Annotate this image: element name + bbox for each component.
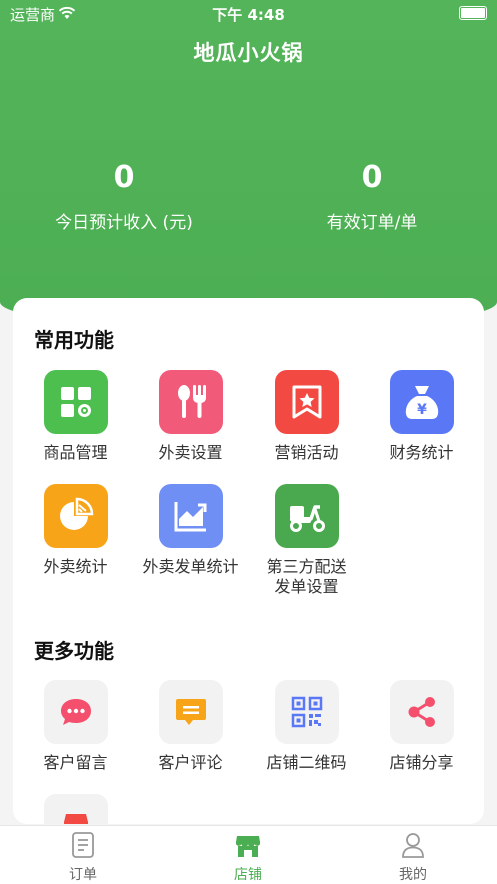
third-party-delivery-settings-button[interactable]: 第三方配送 发单设置 — [249, 484, 364, 597]
tab-bar: 订单 店铺 我的 — [0, 825, 497, 884]
person-icon — [402, 833, 424, 858]
tab-store[interactable]: 店铺 — [188, 832, 308, 884]
tab-mine-label: 我的 — [399, 867, 427, 883]
delivery-settings-label: 外卖设置 — [158, 443, 223, 462]
store-share-label: 店铺分享 — [389, 753, 454, 772]
pie-chart-icon — [43, 484, 108, 548]
store-qr-code-button[interactable]: 店铺二维码 — [249, 680, 364, 773]
svg-text:¥: ¥ — [417, 402, 427, 418]
store-share-button[interactable]: 店铺分享 — [364, 680, 479, 773]
customer-reviews-label: 客户评论 — [158, 753, 223, 772]
finance-statistics-label: 财务统计 — [389, 443, 454, 462]
common-functions-title: 常用功能 — [34, 328, 114, 352]
trend-chart-icon — [158, 484, 223, 548]
store-red-icon — [43, 794, 108, 824]
valid-orders-stat[interactable]: 0 有效订单/单 — [252, 158, 492, 233]
store-qr-code-label: 店铺二维码 — [266, 753, 347, 772]
more-functions-title: 更多功能 — [34, 639, 114, 663]
store-icon — [236, 836, 260, 857]
star-badge-icon — [274, 370, 339, 434]
functions-card: 常用功能 商品管理 外卖设置 营销活动 ¥ 财务统计 外卖统计 外卖发单统计 第… — [13, 298, 484, 824]
scooter-icon — [274, 484, 339, 548]
tab-store-label: 店铺 — [234, 867, 262, 883]
grid-gear-icon — [43, 370, 108, 434]
money-bag-icon: ¥ — [389, 370, 454, 434]
fork-spoon-icon — [158, 370, 223, 434]
valid-orders-value: 0 — [361, 160, 383, 195]
delivery-dispatch-statistics-label: 外卖发单统计 — [142, 557, 239, 576]
customer-reviews-button[interactable]: 客户评论 — [133, 680, 248, 773]
comment-icon — [158, 680, 223, 744]
today-income-value: 0 — [113, 160, 135, 195]
more-function-partial[interactable] — [18, 794, 133, 824]
product-management-label: 商品管理 — [43, 443, 108, 462]
status-bar: 运营商 下午 4:48 — [0, 0, 497, 26]
tab-orders-label: 订单 — [69, 867, 97, 883]
valid-orders-label: 有效订单/单 — [326, 213, 418, 233]
qr-code-icon — [274, 680, 339, 744]
delivery-dispatch-statistics-button[interactable]: 外卖发单统计 — [133, 484, 248, 577]
chat-bubble-icon — [43, 680, 108, 744]
marketing-activities-button[interactable]: 营销活动 — [249, 370, 364, 463]
tab-orders[interactable]: 订单 — [23, 832, 143, 884]
share-icon — [389, 680, 454, 744]
document-icon — [72, 832, 94, 858]
delivery-statistics-button[interactable]: 外卖统计 — [18, 484, 133, 577]
marketing-activities-label: 营销活动 — [274, 443, 339, 462]
finance-statistics-button[interactable]: ¥ 财务统计 — [364, 370, 479, 463]
third-party-delivery-settings-label: 第三方配送 发单设置 — [266, 557, 347, 596]
battery-icon — [459, 6, 487, 20]
customer-messages-label: 客户留言 — [43, 753, 108, 772]
today-income-label: 今日预计收入 (元) — [55, 213, 193, 233]
clock: 下午 4:48 — [212, 6, 285, 24]
delivery-settings-button[interactable]: 外卖设置 — [133, 370, 248, 463]
today-income-stat[interactable]: 0 今日预计收入 (元) — [4, 158, 244, 233]
customer-messages-button[interactable]: 客户留言 — [18, 680, 133, 773]
tab-mine[interactable]: 我的 — [353, 832, 473, 884]
product-management-button[interactable]: 商品管理 — [18, 370, 133, 463]
delivery-statistics-label: 外卖统计 — [43, 557, 108, 576]
shop-title: 地瓜小火锅 — [193, 41, 304, 65]
